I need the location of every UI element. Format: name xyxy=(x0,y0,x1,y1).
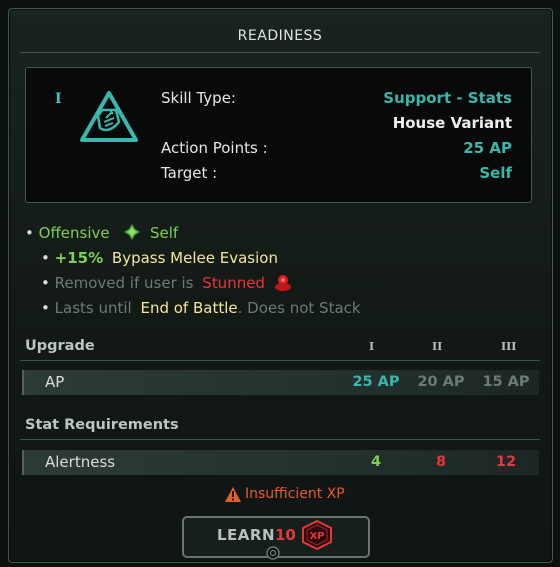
panel-bottom-ornament xyxy=(266,546,280,560)
effect-category: Offensive xyxy=(38,224,110,242)
bullet: • xyxy=(41,249,50,267)
target-label: Target : xyxy=(161,164,218,182)
effect-duration-suffix: . Does not Stack xyxy=(237,299,361,317)
xp-currency-icon: XP xyxy=(302,520,332,550)
alertness-label: Alertness xyxy=(45,453,116,471)
effect-target: Self xyxy=(150,224,179,242)
effect-line-2: • Removed if user is Stunned xyxy=(41,274,265,292)
warning-icon xyxy=(225,487,241,502)
bullet: • xyxy=(25,224,34,242)
learn-button-label: LEARN xyxy=(217,526,276,544)
xp-currency-text: XP xyxy=(309,531,324,542)
alertness-tier-2-value: 8 xyxy=(435,454,447,470)
effect-duration-text: Lasts until xyxy=(54,299,132,317)
effect-line-3: • Lasts until End of Battle. Does not St… xyxy=(41,299,361,317)
tier-1-header: I xyxy=(369,340,375,353)
bullet: • xyxy=(41,274,50,292)
action-points-value: 25 AP xyxy=(463,139,512,157)
alertness-tier-1-value: 4 xyxy=(370,454,382,470)
alertness-tier-3-value: 12 xyxy=(495,454,517,470)
insufficient-xp-warning: Insufficient XP xyxy=(245,486,345,502)
readiness-skill-icon xyxy=(80,91,138,142)
effect-bonus-text: Bypass Melee Evasion xyxy=(111,249,278,267)
target-value: Self xyxy=(479,164,512,182)
tier-2-header: II xyxy=(432,340,443,353)
stunned-icon xyxy=(275,275,291,291)
effect-duration-highlight: End of Battle xyxy=(140,299,238,317)
ap-upgrade-label: AP xyxy=(45,373,65,391)
title-divider xyxy=(20,52,540,53)
stat-requirements-heading: Stat Requirements xyxy=(25,417,179,433)
effect-removal-text: Removed if user is xyxy=(54,274,194,292)
ap-tier-1-value: 25 AP xyxy=(352,374,400,390)
ap-tier-2-value: 20 AP xyxy=(417,374,465,390)
panel-title: READINESS xyxy=(237,28,323,44)
skill-rank: I xyxy=(55,91,62,107)
requirements-divider xyxy=(20,439,540,440)
skill-type-value: Support - Stats xyxy=(383,89,512,107)
skill-variant: House Variant xyxy=(392,114,512,132)
effect-category-row: • Offensive xyxy=(25,224,110,242)
bullet: • xyxy=(41,299,50,317)
upgrade-heading: Upgrade xyxy=(25,338,95,354)
effect-line-1: • +15% Bypass Melee Evasion xyxy=(41,249,278,267)
ap-tier-3-value: 15 AP xyxy=(482,374,530,390)
learn-cost: 10 xyxy=(275,526,296,544)
upgrade-divider xyxy=(20,360,540,361)
green-diamond-icon xyxy=(124,224,140,240)
tier-3-header: III xyxy=(501,340,517,353)
skill-type-label: Skill Type: xyxy=(161,89,236,107)
effect-bonus-value: +15% xyxy=(54,249,104,267)
effect-removal-status: Stunned xyxy=(202,274,265,292)
action-points-label: Action Points : xyxy=(161,139,268,157)
